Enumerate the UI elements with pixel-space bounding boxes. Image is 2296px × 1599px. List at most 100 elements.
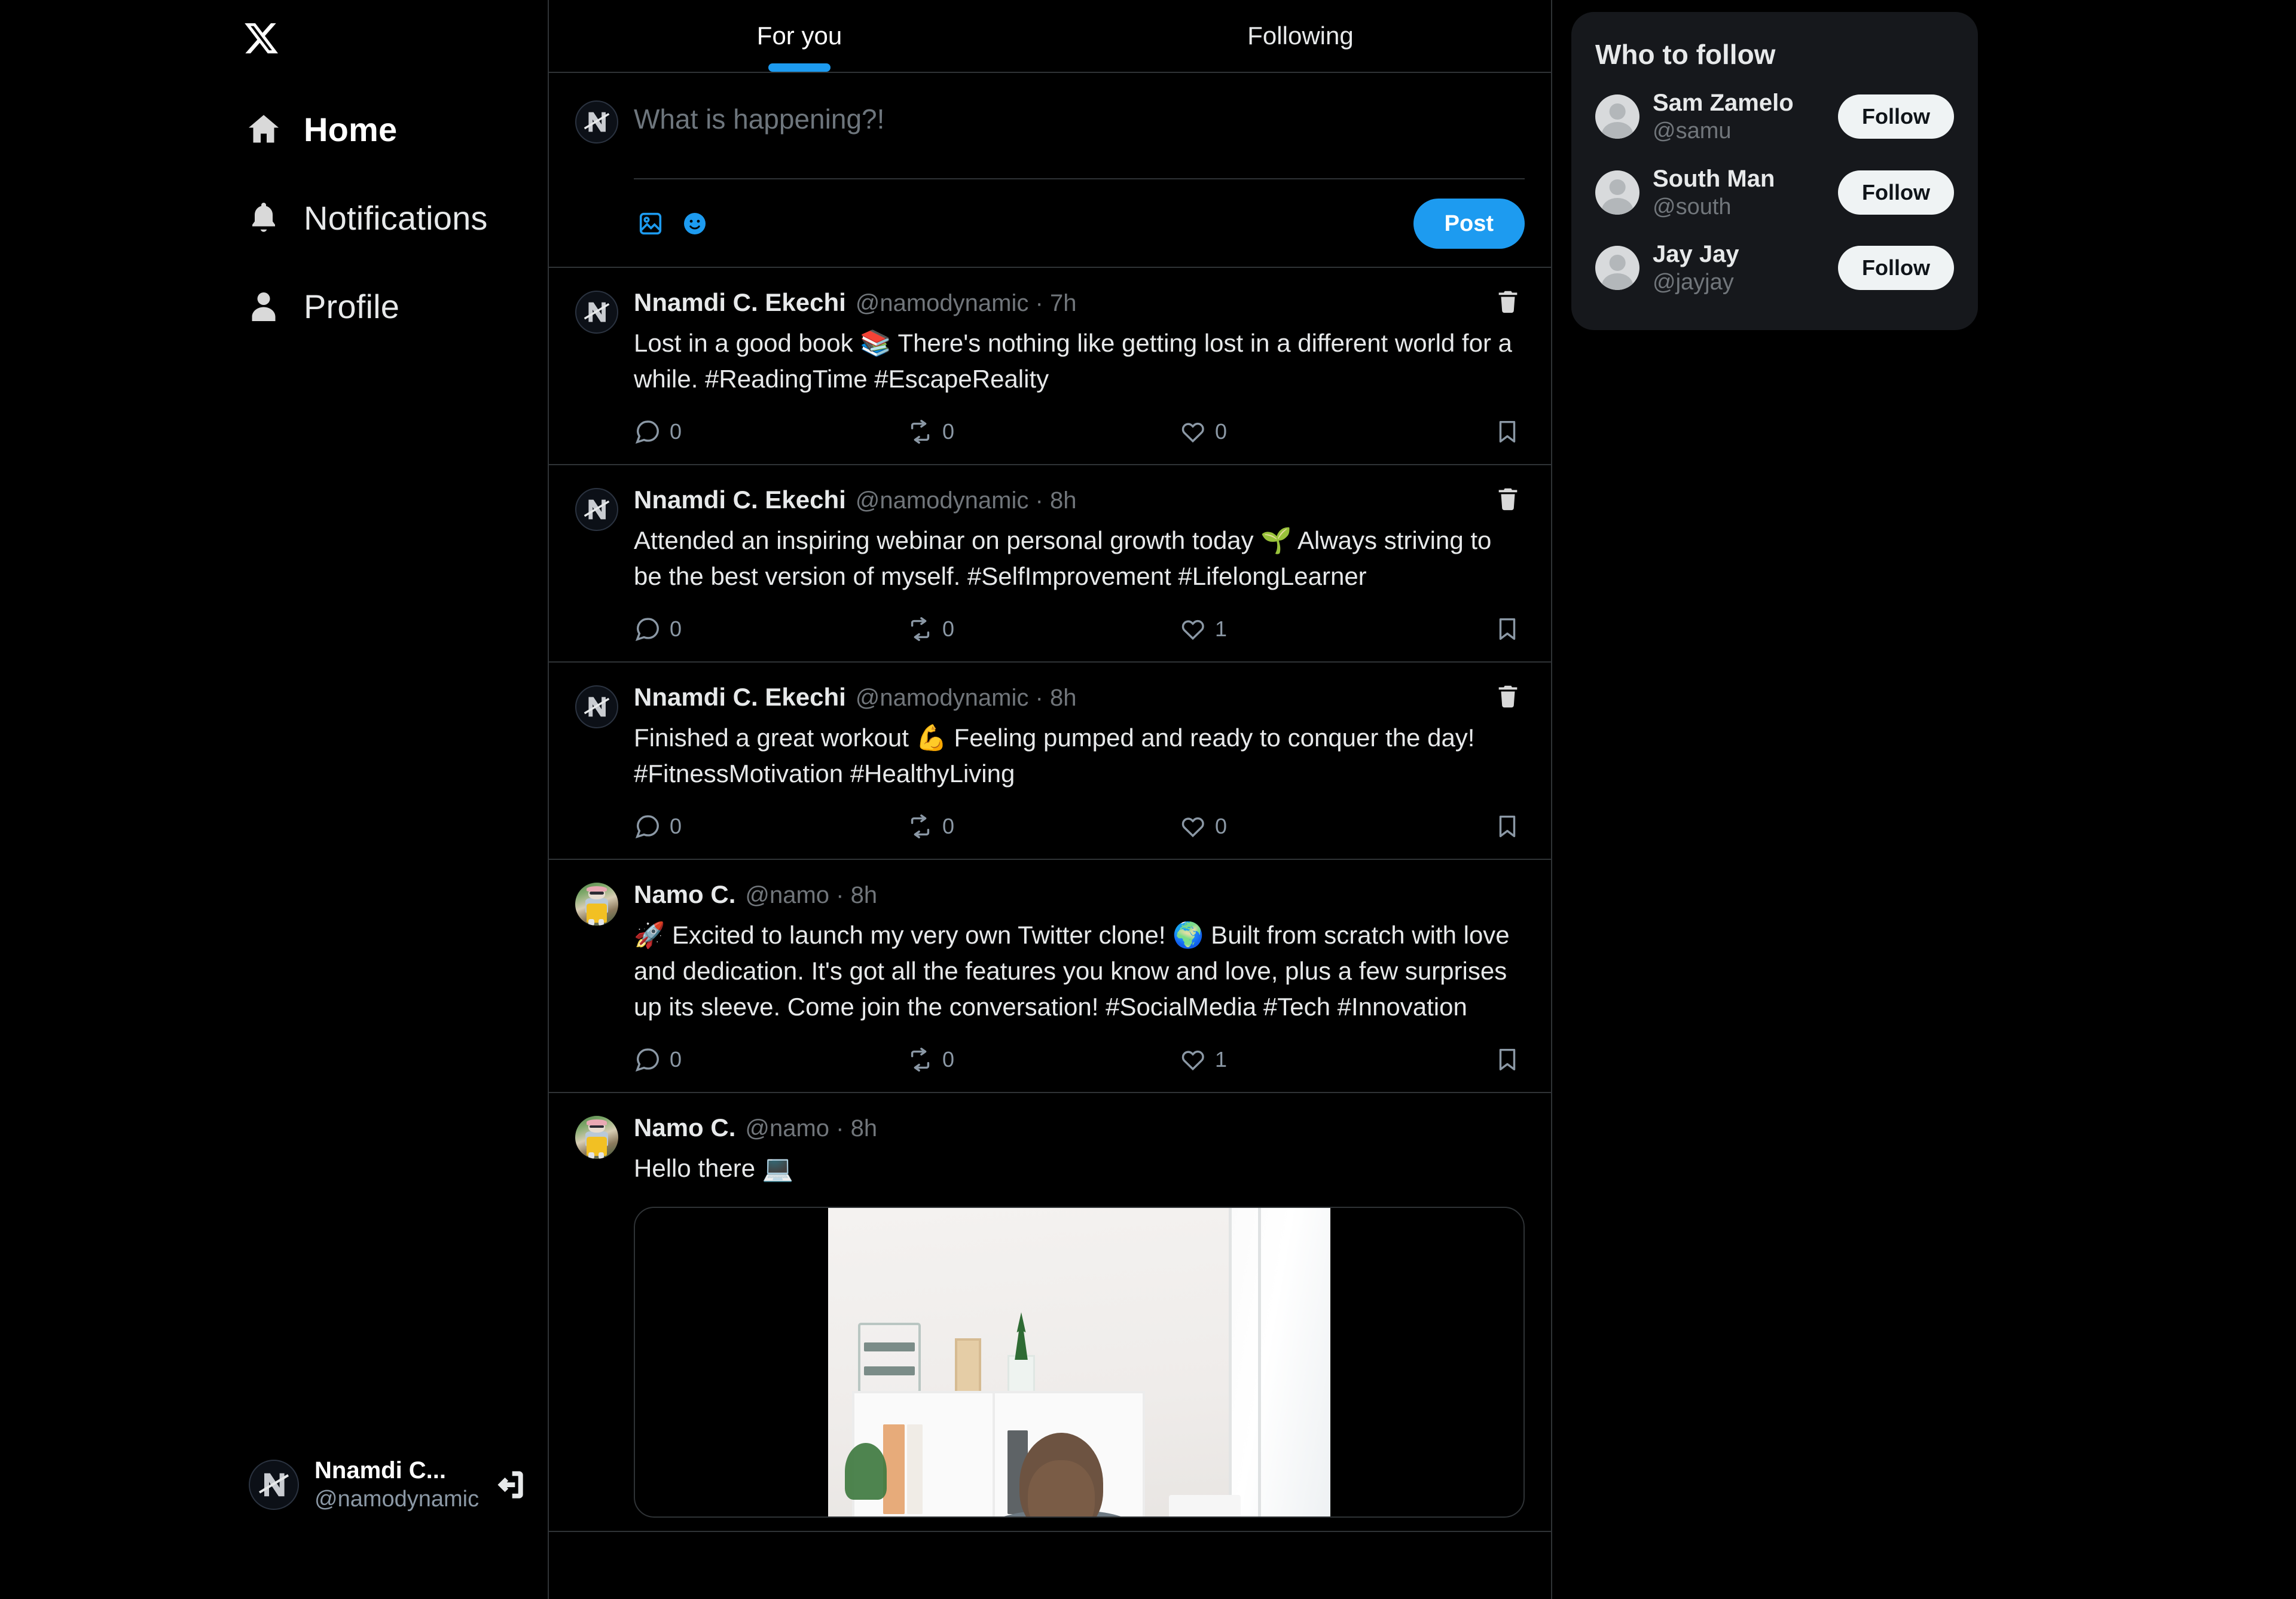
- tweet-time: 8h: [850, 882, 878, 909]
- tweet-separator: ·: [1035, 487, 1043, 514]
- follow-suggestion-row[interactable]: Sam Zamelo @samu Follow: [1595, 79, 1954, 155]
- tweet-item[interactable]: Namo C. @namo · 8h 🚀 Excited to launch m…: [549, 860, 1551, 1094]
- main-feed: For you Following What is happening?! Po…: [548, 0, 1552, 1599]
- tweet-item[interactable]: Nnamdi C. Ekechi @namodynamic · 8h Finis…: [549, 663, 1551, 860]
- bell-icon: [245, 199, 282, 236]
- retweet-button[interactable]: 0: [906, 610, 1179, 648]
- bookmark-icon[interactable]: [1494, 807, 1521, 846]
- retweet-button[interactable]: 0: [906, 413, 1179, 451]
- like-count: 1: [1215, 1047, 1228, 1072]
- who-to-follow-card: Who to follow Sam Zamelo @samu Follow So…: [1571, 12, 1978, 330]
- reply-count: 0: [670, 617, 682, 642]
- bookmark-icon[interactable]: [1494, 1040, 1521, 1079]
- tab-following[interactable]: Following: [1050, 0, 1551, 72]
- left-sidebar: Home Notifications Profile Nnamdi C... @…: [0, 0, 548, 1599]
- follow-suggestion-meta: Jay Jay @jayjay: [1653, 240, 1825, 297]
- tweet-separator: ·: [836, 882, 844, 909]
- follow-button[interactable]: Follow: [1838, 94, 1954, 139]
- tweet-separator: ·: [1035, 685, 1043, 712]
- emoji-icon[interactable]: [678, 207, 712, 240]
- compose-avatar: [575, 100, 618, 144]
- tweet-handle: @namo: [745, 882, 830, 909]
- follow-suggestion-handle: @jayjay: [1653, 270, 1734, 295]
- x-logo[interactable]: [243, 8, 303, 68]
- tweet-actions: 0 0 1: [634, 610, 1525, 648]
- tweet-handle: @namodynamic: [855, 487, 1029, 514]
- like-button[interactable]: 1: [1179, 610, 1452, 648]
- tab-for-you[interactable]: For you: [549, 0, 1050, 72]
- tweet-body: Namo C. @namo · 8h Hello there 💻: [634, 1113, 1525, 1518]
- follow-suggestion-row[interactable]: Jay Jay @jayjay Follow: [1595, 230, 1954, 306]
- active-tab-indicator: [768, 63, 831, 72]
- image-icon[interactable]: [634, 207, 667, 240]
- tweet-actions: 0 0 0: [634, 807, 1525, 846]
- tweet-body: Nnamdi C. Ekechi @namodynamic · 8h Atten…: [634, 486, 1525, 648]
- tweet-text: Hello there 💻: [634, 1154, 794, 1183]
- person-icon: [245, 288, 282, 325]
- retweet-count: 0: [942, 419, 955, 444]
- follow-button[interactable]: Follow: [1838, 170, 1954, 215]
- trash-icon[interactable]: [1491, 482, 1525, 515]
- follow-suggestion-name: Jay Jay: [1653, 241, 1739, 268]
- tweet-actions: 0 0 0: [634, 413, 1525, 451]
- like-count: 1: [1215, 617, 1228, 642]
- reply-button[interactable]: 0: [634, 413, 906, 451]
- sidebar-user-handle: @namodynamic: [315, 1487, 480, 1512]
- tweet-body: Nnamdi C. Ekechi @namodynamic · 7h Lost …: [634, 288, 1525, 451]
- tweet-author-name: Nnamdi C. Ekechi: [634, 683, 846, 712]
- follow-suggestion-meta: Sam Zamelo @samu: [1653, 89, 1825, 145]
- retweet-button[interactable]: 0: [906, 1040, 1179, 1079]
- avatar: [1595, 170, 1639, 215]
- avatar: [575, 1116, 618, 1159]
- retweet-button[interactable]: 0: [906, 807, 1179, 846]
- tweet-handle: @namodynamic: [855, 290, 1029, 316]
- tweet-text: Finished a great workout 💪 Feeling pumpe…: [634, 724, 1475, 788]
- avatar: [575, 685, 618, 729]
- like-button[interactable]: 0: [1179, 413, 1452, 451]
- avatar: [575, 883, 618, 926]
- tweet-separator: ·: [836, 1115, 844, 1142]
- tweet-handle-time: @namo · 8h: [745, 1115, 877, 1142]
- tweet-author-name: Namo C.: [634, 1113, 736, 1142]
- reply-count: 0: [670, 419, 682, 444]
- reply-button[interactable]: 0: [634, 610, 906, 648]
- trash-icon[interactable]: [1491, 679, 1525, 713]
- tweet-time: 7h: [1049, 290, 1077, 316]
- primary-navigation: Home Notifications Profile: [239, 85, 548, 350]
- tweet-time: 8h: [850, 1115, 878, 1142]
- retweet-count: 0: [942, 814, 955, 839]
- sidebar-item-home[interactable]: Home: [239, 85, 520, 173]
- tweet-time: 8h: [1049, 685, 1077, 712]
- logout-icon[interactable]: [490, 1466, 529, 1504]
- tweet-time: 8h: [1049, 487, 1077, 514]
- trash-icon[interactable]: [1491, 285, 1525, 318]
- tweet-item[interactable]: Namo C. @namo · 8h Hello there 💻: [549, 1093, 1551, 1533]
- sidebar-item-profile[interactable]: Profile: [239, 262, 520, 350]
- post-button[interactable]: Post: [1413, 199, 1525, 249]
- who-to-follow-title: Who to follow: [1595, 39, 1776, 70]
- reply-button[interactable]: 0: [634, 807, 906, 846]
- sidebar-user-card[interactable]: Nnamdi C... @namodynamic: [239, 1450, 538, 1520]
- bookmark-icon[interactable]: [1494, 413, 1521, 451]
- tweet-author-name: Nnamdi C. Ekechi: [634, 288, 846, 316]
- like-button[interactable]: 1: [1179, 1040, 1452, 1079]
- compose-icon-group: [634, 207, 712, 240]
- tweet-item[interactable]: Nnamdi C. Ekechi @namodynamic · 7h Lost …: [549, 268, 1551, 466]
- sidebar-user-name: Nnamdi C...: [315, 1457, 447, 1484]
- tweet-header: Namo C. @namo · 8h: [634, 1113, 1525, 1142]
- tweet-separator: ·: [1035, 290, 1043, 316]
- bookmark-icon[interactable]: [1494, 610, 1521, 648]
- compose-input[interactable]: What is happening?!: [634, 97, 1525, 173]
- tweet-handle: @namo: [745, 1115, 830, 1142]
- follow-button[interactable]: Follow: [1838, 246, 1954, 291]
- sidebar-user-meta: Nnamdi C... @namodynamic: [315, 1457, 480, 1513]
- reply-button[interactable]: 0: [634, 1040, 906, 1079]
- feed-tabs: For you Following: [549, 0, 1551, 73]
- tweet-item[interactable]: Nnamdi C. Ekechi @namodynamic · 8h Atten…: [549, 465, 1551, 663]
- compose-box: What is happening?! Post: [549, 73, 1551, 268]
- follow-suggestion-row[interactable]: South Man @south Follow: [1595, 155, 1954, 231]
- sidebar-item-notifications-label: Notifications: [304, 199, 488, 237]
- sidebar-item-notifications[interactable]: Notifications: [239, 173, 520, 262]
- tweet-media-image[interactable]: [634, 1207, 1525, 1518]
- like-button[interactable]: 0: [1179, 807, 1452, 846]
